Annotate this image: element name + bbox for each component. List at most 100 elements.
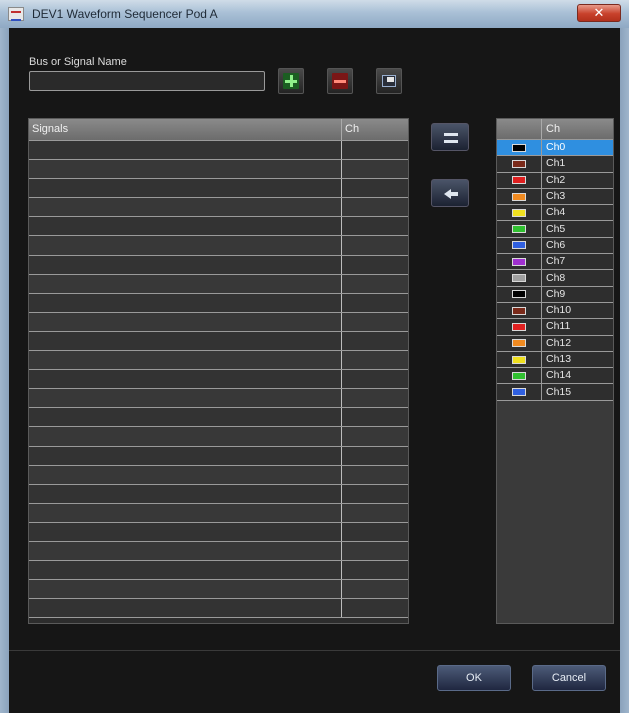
signal-name-cell[interactable] [29,312,342,331]
signal-name-cell[interactable] [29,446,342,465]
signal-ch-cell[interactable] [342,275,408,293]
signal-ch-cell[interactable] [342,332,408,350]
signal-ch-cell[interactable] [342,256,408,274]
column-header-ch[interactable]: Ch [342,119,408,140]
channel-row[interactable]: Ch10 [497,302,613,320]
channel-row[interactable]: Ch3 [497,188,613,206]
signal-ch-cell[interactable] [342,504,408,522]
signal-ch-cell[interactable] [342,351,408,369]
signal-row[interactable] [29,484,408,504]
signal-name-cell[interactable] [29,408,342,427]
swap-button[interactable] [431,123,469,151]
signal-name-cell[interactable] [29,331,342,351]
channel-row[interactable]: Ch15 [497,384,613,401]
cancel-button[interactable]: Cancel [532,665,606,691]
signal-name-cell[interactable] [29,198,342,217]
signal-row[interactable] [29,331,408,352]
signal-ch-cell[interactable] [342,466,408,484]
signal-name-cell[interactable] [29,389,342,408]
signal-row[interactable] [29,580,408,600]
channel-row[interactable]: Ch11 [497,319,613,336]
remove-signal-button[interactable] [327,68,353,94]
signal-name-cell[interactable] [29,427,342,446]
signal-row[interactable] [29,141,408,161]
signal-name-cell[interactable] [29,217,342,236]
bus-name-input[interactable] [29,71,265,91]
signal-ch-cell[interactable] [342,599,408,617]
move-left-button[interactable] [431,179,469,207]
column-header-signals[interactable]: Signals [29,119,342,140]
channel-row[interactable]: Ch5 [497,221,613,238]
signal-ch-cell[interactable] [342,427,408,445]
signal-ch-cell[interactable] [342,217,408,235]
ok-button[interactable]: OK [437,665,511,691]
channel-row[interactable]: Ch1 [497,156,613,173]
channel-row[interactable]: Ch6 [497,237,613,255]
signal-row[interactable] [29,370,408,390]
signal-name-cell[interactable] [29,293,342,312]
signal-row[interactable] [29,274,408,294]
channel-row[interactable]: Ch7 [497,254,613,271]
signal-name-cell[interactable] [29,370,342,389]
signal-ch-cell[interactable] [342,523,408,541]
signal-name-cell[interactable] [29,179,342,198]
channel-row[interactable]: Ch12 [497,335,613,352]
signal-name-cell[interactable] [29,160,342,179]
signal-row[interactable] [29,236,408,256]
signal-name-cell[interactable] [29,522,342,541]
signal-row[interactable] [29,427,408,447]
signal-row[interactable] [29,408,408,428]
channel-row[interactable]: Ch4 [497,205,613,222]
signal-row[interactable] [29,293,408,313]
signal-ch-cell[interactable] [342,580,408,598]
channel-row[interactable]: Ch14 [497,368,613,385]
signal-row[interactable] [29,179,408,199]
signal-name-cell[interactable] [29,561,342,580]
signal-row[interactable] [29,465,408,485]
add-signal-button[interactable] [278,68,304,94]
column-header-ch[interactable]: Ch [542,119,613,139]
signal-name-cell[interactable] [29,541,342,561]
close-button[interactable]: ✕ [577,4,621,22]
channel-row[interactable]: Ch9 [497,286,613,303]
signal-name-cell[interactable] [29,580,342,599]
signal-ch-cell[interactable] [342,408,408,426]
signal-ch-cell[interactable] [342,447,408,465]
signal-ch-cell[interactable] [342,389,408,407]
signal-ch-cell[interactable] [342,561,408,579]
signal-ch-cell[interactable] [342,313,408,331]
edit-signal-button[interactable] [376,68,402,94]
signal-row[interactable] [29,503,408,523]
title-bar[interactable]: DEV1 Waveform Sequencer Pod A ✕ [0,0,629,29]
signal-name-cell[interactable] [29,141,342,160]
channel-row[interactable]: Ch13 [497,351,613,369]
signal-row[interactable] [29,541,408,562]
signal-row[interactable] [29,198,408,218]
signal-name-cell[interactable] [29,503,342,522]
signal-row[interactable] [29,522,408,542]
signal-name-cell[interactable] [29,351,342,370]
signal-row[interactable] [29,312,408,332]
signal-ch-cell[interactable] [342,294,408,312]
signal-ch-cell[interactable] [342,370,408,388]
signal-row[interactable] [29,160,408,180]
channel-row[interactable]: Ch0 [497,140,613,157]
signal-row[interactable] [29,217,408,237]
signal-ch-cell[interactable] [342,160,408,178]
signal-row[interactable] [29,599,408,619]
signal-name-cell[interactable] [29,599,342,618]
signal-ch-cell[interactable] [342,485,408,503]
channel-row[interactable]: Ch2 [497,172,613,189]
signal-row[interactable] [29,561,408,581]
signal-name-cell[interactable] [29,255,342,274]
signal-name-cell[interactable] [29,236,342,255]
signal-ch-cell[interactable] [342,236,408,254]
signal-row[interactable] [29,389,408,409]
signal-row[interactable] [29,351,408,371]
signal-ch-cell[interactable] [342,542,408,560]
signal-name-cell[interactable] [29,484,342,503]
signal-ch-cell[interactable] [342,198,408,216]
signal-name-cell[interactable] [29,465,342,484]
signal-name-cell[interactable] [29,274,342,293]
channel-row[interactable]: Ch8 [497,270,613,287]
